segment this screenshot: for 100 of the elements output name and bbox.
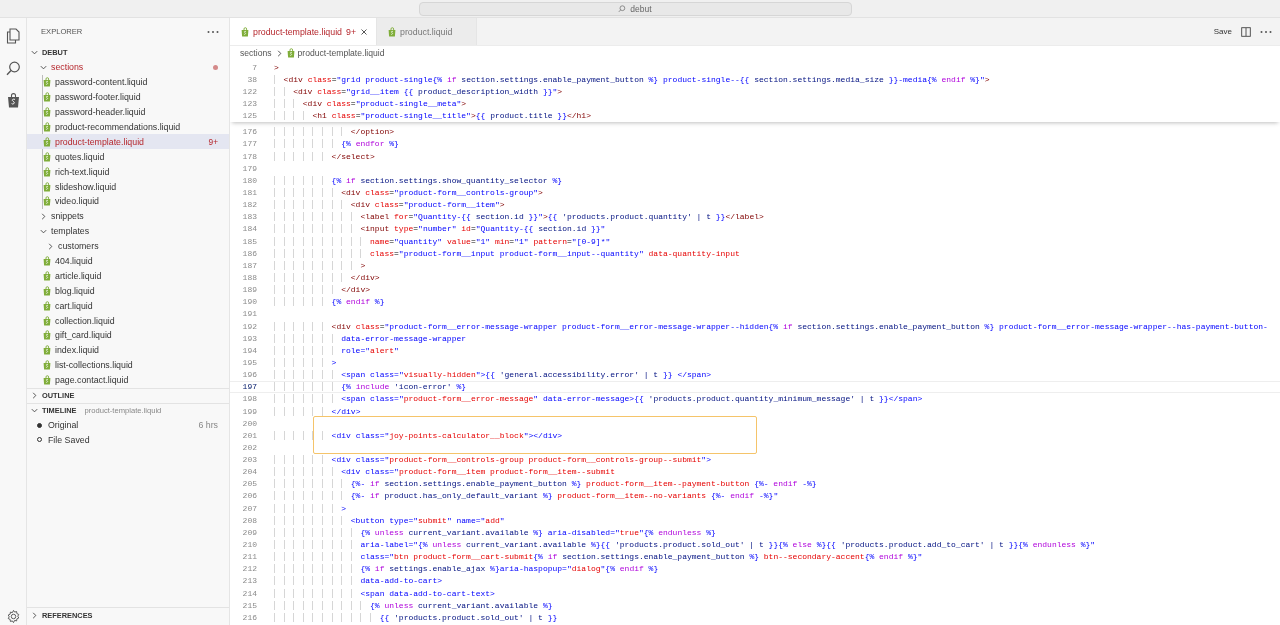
- more-icon[interactable]: [1260, 29, 1272, 34]
- file-item[interactable]: video.liquid: [27, 194, 229, 209]
- file-item[interactable]: password-content.liquid: [27, 74, 229, 90]
- bag-icon: [43, 375, 51, 386]
- bag-icon: [43, 270, 51, 281]
- line-number: 195: [241, 357, 257, 367]
- line-number: 180: [241, 175, 257, 185]
- bag-icon: [286, 48, 295, 58]
- bag-icon: [43, 345, 51, 356]
- line-number: 198: [241, 394, 257, 404]
- line-number: 176: [241, 127, 257, 137]
- folder-item[interactable]: sections: [27, 60, 229, 75]
- line-number: 192: [241, 321, 257, 331]
- line-number: 7: [251, 62, 257, 72]
- timeline-item[interactable]: Original 6 hrs: [27, 417, 229, 433]
- bag-icon: [43, 77, 51, 88]
- line-number: 189: [241, 285, 257, 295]
- bag-icon: [43, 107, 51, 118]
- file-item[interactable]: blog.liquid: [27, 283, 229, 299]
- line-number: 188: [241, 272, 257, 282]
- breadcrumb-item[interactable]: product-template.liquid: [297, 48, 385, 58]
- files-icon[interactable]: [5, 28, 21, 44]
- line-number: 204: [241, 467, 257, 477]
- timeline-item[interactable]: File Saved: [27, 432, 229, 448]
- line-number: 184: [241, 224, 257, 234]
- line-number: 194: [241, 345, 257, 355]
- save-button[interactable]: Save: [1213, 27, 1232, 36]
- bag-icon: [43, 136, 51, 147]
- file-item[interactable]: collection.liquid: [27, 313, 229, 329]
- bag-icon: [43, 122, 51, 132]
- more-icon[interactable]: [207, 29, 219, 34]
- search-icon[interactable]: [5, 61, 21, 76]
- file-item[interactable]: page.contact.liquid: [27, 372, 229, 388]
- line-number: 186: [241, 248, 257, 258]
- bag-icon: [43, 151, 51, 162]
- line-number: 205: [241, 479, 257, 489]
- editor-tab[interactable]: product.liquid: [377, 18, 478, 45]
- line-number: 182: [241, 200, 257, 210]
- file-item[interactable]: gift_card.liquid: [27, 328, 229, 343]
- line-number: 214: [241, 588, 257, 598]
- line-number: 197: [241, 382, 257, 392]
- breadcrumb-item[interactable]: sections: [240, 48, 272, 58]
- file-item[interactable]: slideshow.liquid: [27, 179, 229, 194]
- bag-icon: [43, 256, 51, 266]
- bag-icon: [43, 285, 51, 296]
- line-number: 190: [241, 297, 257, 307]
- close-icon[interactable]: [360, 27, 369, 36]
- bag-icon: [43, 330, 51, 341]
- bag-icon: [43, 360, 51, 371]
- line-number: 191: [241, 309, 257, 319]
- file-item[interactable]: password-header.liquid: [27, 104, 229, 120]
- folder-item[interactable]: snippets: [27, 208, 229, 224]
- line-number: 201: [241, 430, 257, 440]
- bag-icon: [388, 26, 397, 37]
- file-item[interactable]: product-recommendations.liquid: [27, 119, 229, 135]
- line-number: 177: [241, 139, 257, 149]
- bag-icon: [43, 166, 51, 177]
- line-number: 200: [241, 418, 257, 428]
- file-item[interactable]: list-collections.liquid: [27, 357, 229, 373]
- line-number: 211: [241, 552, 257, 562]
- chevron-right-icon: [30, 391, 39, 401]
- line-number: 38: [246, 74, 257, 84]
- editor-tab[interactable]: product-template.liquid 9+: [230, 18, 378, 45]
- line-number: 202: [241, 442, 257, 452]
- line-number: 208: [241, 515, 257, 525]
- settings-icon[interactable]: [5, 609, 21, 624]
- search-icon: [618, 4, 627, 13]
- line-number: 213: [241, 576, 257, 586]
- folder-item[interactable]: customers: [27, 238, 229, 254]
- file-item[interactable]: product-template.liquid 9+: [27, 134, 229, 150]
- file-item[interactable]: article.liquid: [27, 268, 229, 284]
- search-field[interactable]: debut: [418, 1, 852, 16]
- file-item[interactable]: rich-text.liquid: [27, 164, 229, 180]
- file-item[interactable]: 404.liquid: [27, 253, 229, 269]
- bag-icon: [43, 315, 51, 326]
- file-item[interactable]: cart.liquid: [27, 298, 229, 314]
- file-item[interactable]: index.liquid: [27, 342, 229, 358]
- file-item[interactable]: quotes.liquid: [27, 149, 229, 165]
- line-number: 183: [241, 212, 257, 222]
- line-number: 179: [241, 163, 257, 173]
- line-number: 199: [241, 406, 257, 416]
- line-number: 193: [241, 333, 257, 343]
- line-number: 210: [241, 540, 257, 550]
- line-number: 209: [241, 527, 257, 537]
- chevron-right-icon: [46, 241, 55, 251]
- line-number: 125: [241, 111, 257, 121]
- bag-icon: [241, 26, 249, 37]
- line-number: 185: [241, 236, 257, 246]
- line-number: 187: [241, 260, 257, 270]
- split-editor-icon[interactable]: [1241, 26, 1251, 37]
- problem-count: 9+: [208, 136, 218, 147]
- bag-icon: [43, 300, 51, 311]
- line-number: 181: [241, 187, 257, 197]
- line-number: 212: [241, 564, 257, 574]
- folder-item[interactable]: templates: [27, 223, 229, 239]
- bag-icon[interactable]: [6, 93, 20, 108]
- line-number: 122: [241, 86, 257, 96]
- line-number: 196: [241, 370, 257, 380]
- file-item[interactable]: password-footer.liquid: [27, 89, 229, 105]
- bag-icon: [43, 92, 51, 103]
